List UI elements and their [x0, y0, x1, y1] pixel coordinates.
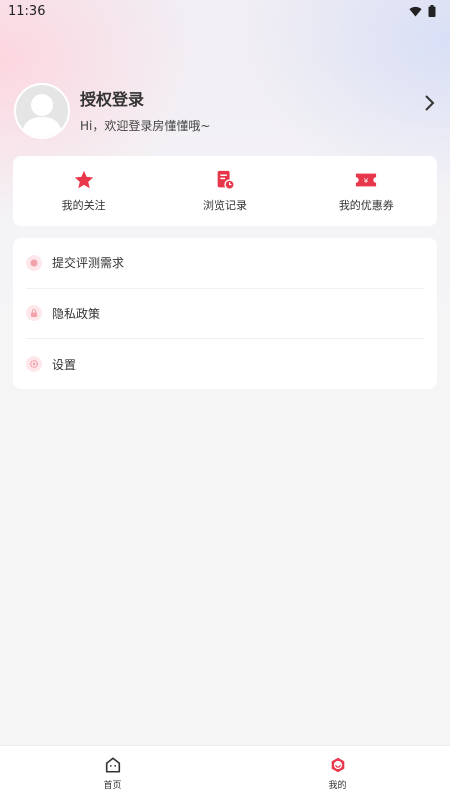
status-time: 11:36: [8, 3, 46, 19]
profile-icon: [331, 757, 344, 772]
home-icon: [105, 756, 120, 773]
status-icons: [409, 5, 436, 17]
quick-item-label: 我的关注: [61, 199, 106, 212]
tab-home[interactable]: 首页: [0, 746, 225, 800]
default-avatar-icon: [22, 94, 62, 137]
menu-item-label: 设置: [52, 357, 77, 372]
tab-profile[interactable]: 我的: [225, 746, 450, 800]
chevron-right-icon[interactable]: [424, 94, 436, 112]
wifi-icon: [409, 6, 422, 17]
evaluation-icon: [26, 254, 42, 271]
login-title[interactable]: 授权登录: [80, 89, 210, 111]
login-profile-row[interactable]: 授权登录 Hi，欢迎登录房懂懂哦~: [14, 82, 444, 140]
gear-icon: [26, 356, 42, 373]
quick-item-label: 我的优惠券: [338, 199, 394, 212]
quick-item-history[interactable]: 浏览记录: [154, 156, 295, 226]
tab-label: 首页: [103, 780, 122, 791]
quick-actions-card: 我的关注 浏览记录 ¥ 我的优惠券: [13, 156, 437, 226]
menu-item-label: 隐私政策: [52, 306, 101, 321]
status-bar: 11:36: [0, 0, 450, 22]
menu-item-label: 提交评测需求: [52, 256, 125, 271]
quick-item-label: 浏览记录: [202, 199, 247, 212]
battery-icon: [428, 5, 436, 17]
svg-text:¥: ¥: [364, 176, 369, 185]
quick-item-follow[interactable]: 我的关注: [13, 156, 154, 226]
menu-item-privacy[interactable]: 隐私政策: [26, 289, 424, 339]
lock-icon: [26, 305, 42, 322]
quick-item-coupon[interactable]: ¥ 我的优惠券: [296, 156, 437, 226]
avatar[interactable]: [14, 83, 70, 139]
star-icon: [74, 170, 93, 189]
settings-menu-card: 提交评测需求 隐私政策 设置: [13, 238, 437, 389]
bottom-tab-bar: 首页 我的: [0, 745, 450, 800]
history-icon: [217, 170, 235, 190]
tab-label: 我的: [328, 780, 347, 791]
menu-item-settings[interactable]: 设置: [26, 339, 424, 390]
menu-item-evaluation[interactable]: 提交评测需求: [26, 238, 424, 289]
welcome-text: Hi，欢迎登录房懂懂哦~: [80, 118, 211, 133]
coupon-icon: ¥: [356, 173, 377, 187]
